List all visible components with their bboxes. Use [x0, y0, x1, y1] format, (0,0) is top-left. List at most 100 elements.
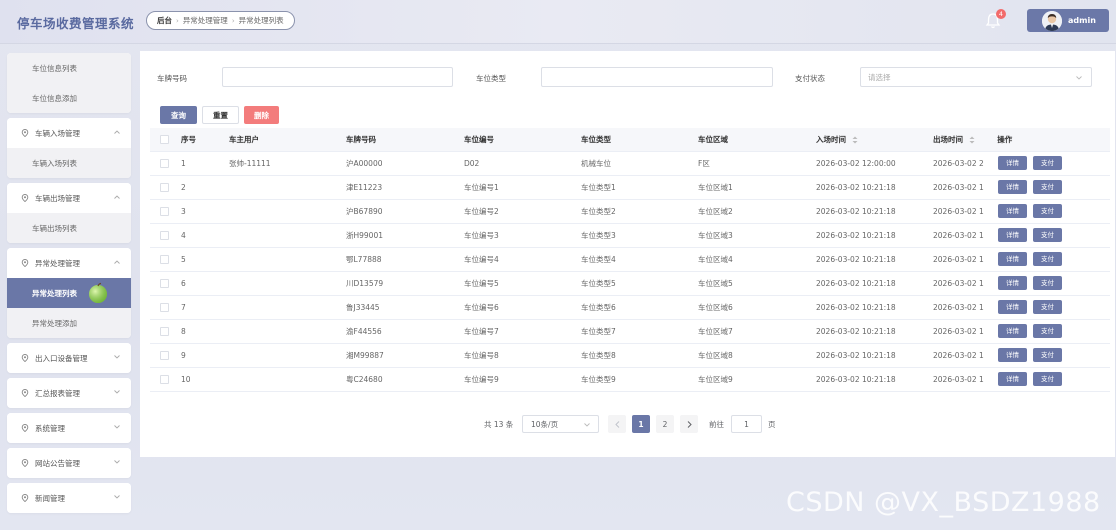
table-cell: 3 [181, 199, 229, 224]
location-pin-icon [21, 259, 29, 267]
table-cell: 车位类型3 [581, 223, 698, 248]
row-checkbox[interactable] [160, 254, 169, 264]
detail-button[interactable]: 详情 [998, 204, 1027, 218]
table-cell: 8 [181, 319, 229, 344]
column-header: 车主用户 [229, 128, 346, 152]
pay-status-select[interactable]: 请选择 [860, 67, 1092, 87]
sidebar-group-header[interactable]: 异常处理管理 [7, 248, 131, 278]
detail-button[interactable]: 详情 [998, 180, 1027, 194]
column-header-sortable[interactable]: 出场时间 [933, 128, 992, 152]
pay-button[interactable]: 支付 [1033, 180, 1062, 194]
sidebar-item-entry-list[interactable]: 车辆入场列表 [7, 148, 131, 178]
user-menu[interactable]: admin [1027, 9, 1109, 32]
select-all-checkbox[interactable] [160, 135, 169, 144]
sidebar-group-header[interactable]: 出入口设备管理 [7, 343, 131, 373]
sidebar-group-reports: 汇总报表管理 [7, 378, 131, 408]
table-cell: 粤C24680 [346, 367, 464, 392]
table-cell: 2026-03-02 1 [933, 271, 992, 296]
chevron-down-icon [114, 355, 120, 359]
table-cell: 车位类型5 [581, 271, 698, 296]
sidebar-item-space-add[interactable]: 车位信息添加 [7, 83, 131, 113]
sidebar-group-header[interactable]: 汇总报表管理 [7, 378, 131, 408]
space-type-label: 车位类型 [476, 74, 506, 83]
row-checkbox[interactable] [160, 374, 169, 384]
column-header-sortable[interactable]: 入场时间 [816, 128, 933, 152]
sort-icon[interactable] [969, 136, 975, 144]
detail-button[interactable]: 详情 [998, 252, 1027, 266]
sidebar-group-header[interactable]: 车辆出场管理 [7, 183, 131, 213]
pay-button[interactable]: 支付 [1033, 372, 1062, 386]
detail-button[interactable]: 详情 [998, 300, 1027, 314]
table-cell: 鄂L77888 [346, 247, 464, 272]
row-checkbox[interactable] [160, 278, 169, 288]
table-cell: 2026-03-02 1 [933, 367, 992, 392]
row-checkbox[interactable] [160, 182, 169, 192]
table-cell: 津E11223 [346, 175, 464, 200]
row-checkbox[interactable] [160, 206, 169, 216]
page-size-select[interactable]: 10条/页 [522, 415, 599, 433]
pay-button[interactable]: 支付 [1033, 228, 1062, 242]
pay-button[interactable]: 支付 [1033, 324, 1062, 338]
delete-button[interactable]: 删除 [244, 106, 279, 124]
main-panel: 车牌号码 车位类型 支付状态 请选择 查询 重置 删除 序号 车主用户 车牌号码… [140, 51, 1115, 457]
submenu: 车辆入场列表 [7, 148, 131, 178]
row-checkbox[interactable] [160, 230, 169, 240]
breadcrumb-separator-icon: › [231, 16, 235, 25]
page-button-1[interactable]: 1 [632, 415, 650, 433]
page-button-2[interactable]: 2 [656, 415, 674, 433]
row-actions-cell: 详情 支付 [992, 295, 1110, 320]
sort-icon[interactable] [852, 136, 858, 144]
sidebar: 车位信息列表 车位信息添加 车辆入场管理 车辆入场列表 车辆出场管理 车辆出场列… [7, 53, 131, 518]
column-header: 操作 [992, 128, 1110, 152]
detail-button[interactable]: 详情 [998, 324, 1027, 338]
pay-button[interactable]: 支付 [1033, 156, 1062, 170]
detail-button[interactable]: 详情 [998, 156, 1027, 170]
space-type-input[interactable] [541, 67, 773, 87]
pay-button[interactable]: 支付 [1033, 252, 1062, 266]
pay-button[interactable]: 支付 [1033, 276, 1062, 290]
sidebar-item-exit-list[interactable]: 车辆出场列表 [7, 213, 131, 243]
sidebar-group-announcements: 网站公告管理 [7, 448, 131, 478]
row-actions-cell: 详情 支付 [992, 247, 1110, 272]
row-checkbox[interactable] [160, 350, 169, 360]
sidebar-group-header[interactable]: 新闻管理 [7, 483, 131, 513]
column-header-label: 入场时间 [816, 134, 846, 144]
row-checkbox[interactable] [160, 158, 169, 168]
pay-button[interactable]: 支付 [1033, 348, 1062, 362]
breadcrumb-separator-icon: › [176, 16, 179, 25]
table-cell: 车位编号1 [464, 175, 581, 200]
sidebar-group-exception: 异常处理管理 异常处理列表 异常处理添加 [7, 248, 131, 338]
row-actions-cell: 详情 支付 [992, 223, 1110, 248]
table-cell: 张帅-11111 [229, 151, 346, 176]
sidebar-group-header[interactable]: 系统管理 [7, 413, 131, 443]
plate-label: 车牌号码 [157, 74, 187, 83]
watermark: CSDN @VX_BSDZ1988 [786, 487, 1101, 518]
row-checkbox[interactable] [160, 302, 169, 312]
table-cell: 车位编号7 [464, 319, 581, 344]
pay-button[interactable]: 支付 [1033, 300, 1062, 314]
plate-input[interactable] [222, 67, 453, 87]
detail-button[interactable]: 详情 [998, 228, 1027, 242]
detail-button[interactable]: 详情 [998, 276, 1027, 290]
table-row: 6 川D13579 车位编号5 车位类型5 车位区域5 2026-03-02 10:21:… [150, 271, 1110, 296]
breadcrumb-section[interactable]: 异常处理管理 [183, 15, 228, 26]
detail-button[interactable]: 详情 [998, 372, 1027, 386]
records-table: 序号 车主用户 车牌号码 车位编号 车位类型 车位区域 入场时间 出场时间 操作… [150, 128, 1110, 392]
sidebar-item-exception-add[interactable]: 异常处理添加 [7, 308, 131, 338]
row-checkbox[interactable] [160, 326, 169, 336]
detail-button[interactable]: 详情 [998, 348, 1027, 362]
goto-page-input[interactable]: 1 [731, 415, 762, 433]
search-button[interactable]: 查询 [160, 106, 197, 124]
sidebar-group-header[interactable]: 车辆入场管理 [7, 118, 131, 148]
apple-icon [89, 282, 107, 303]
pay-button[interactable]: 支付 [1033, 204, 1062, 218]
breadcrumb-home[interactable]: 后台 [157, 15, 172, 26]
sidebar-item-space-list[interactable]: 车位信息列表 [7, 53, 131, 83]
sidebar-group-header[interactable]: 网站公告管理 [7, 448, 131, 478]
row-select-cell [150, 175, 181, 200]
next-page-button[interactable] [680, 415, 698, 433]
notification-badge: 4 [996, 9, 1006, 19]
reset-button[interactable]: 重置 [202, 106, 239, 124]
sidebar-item-exception-list[interactable]: 异常处理列表 [7, 278, 131, 308]
prev-page-button[interactable] [608, 415, 626, 433]
